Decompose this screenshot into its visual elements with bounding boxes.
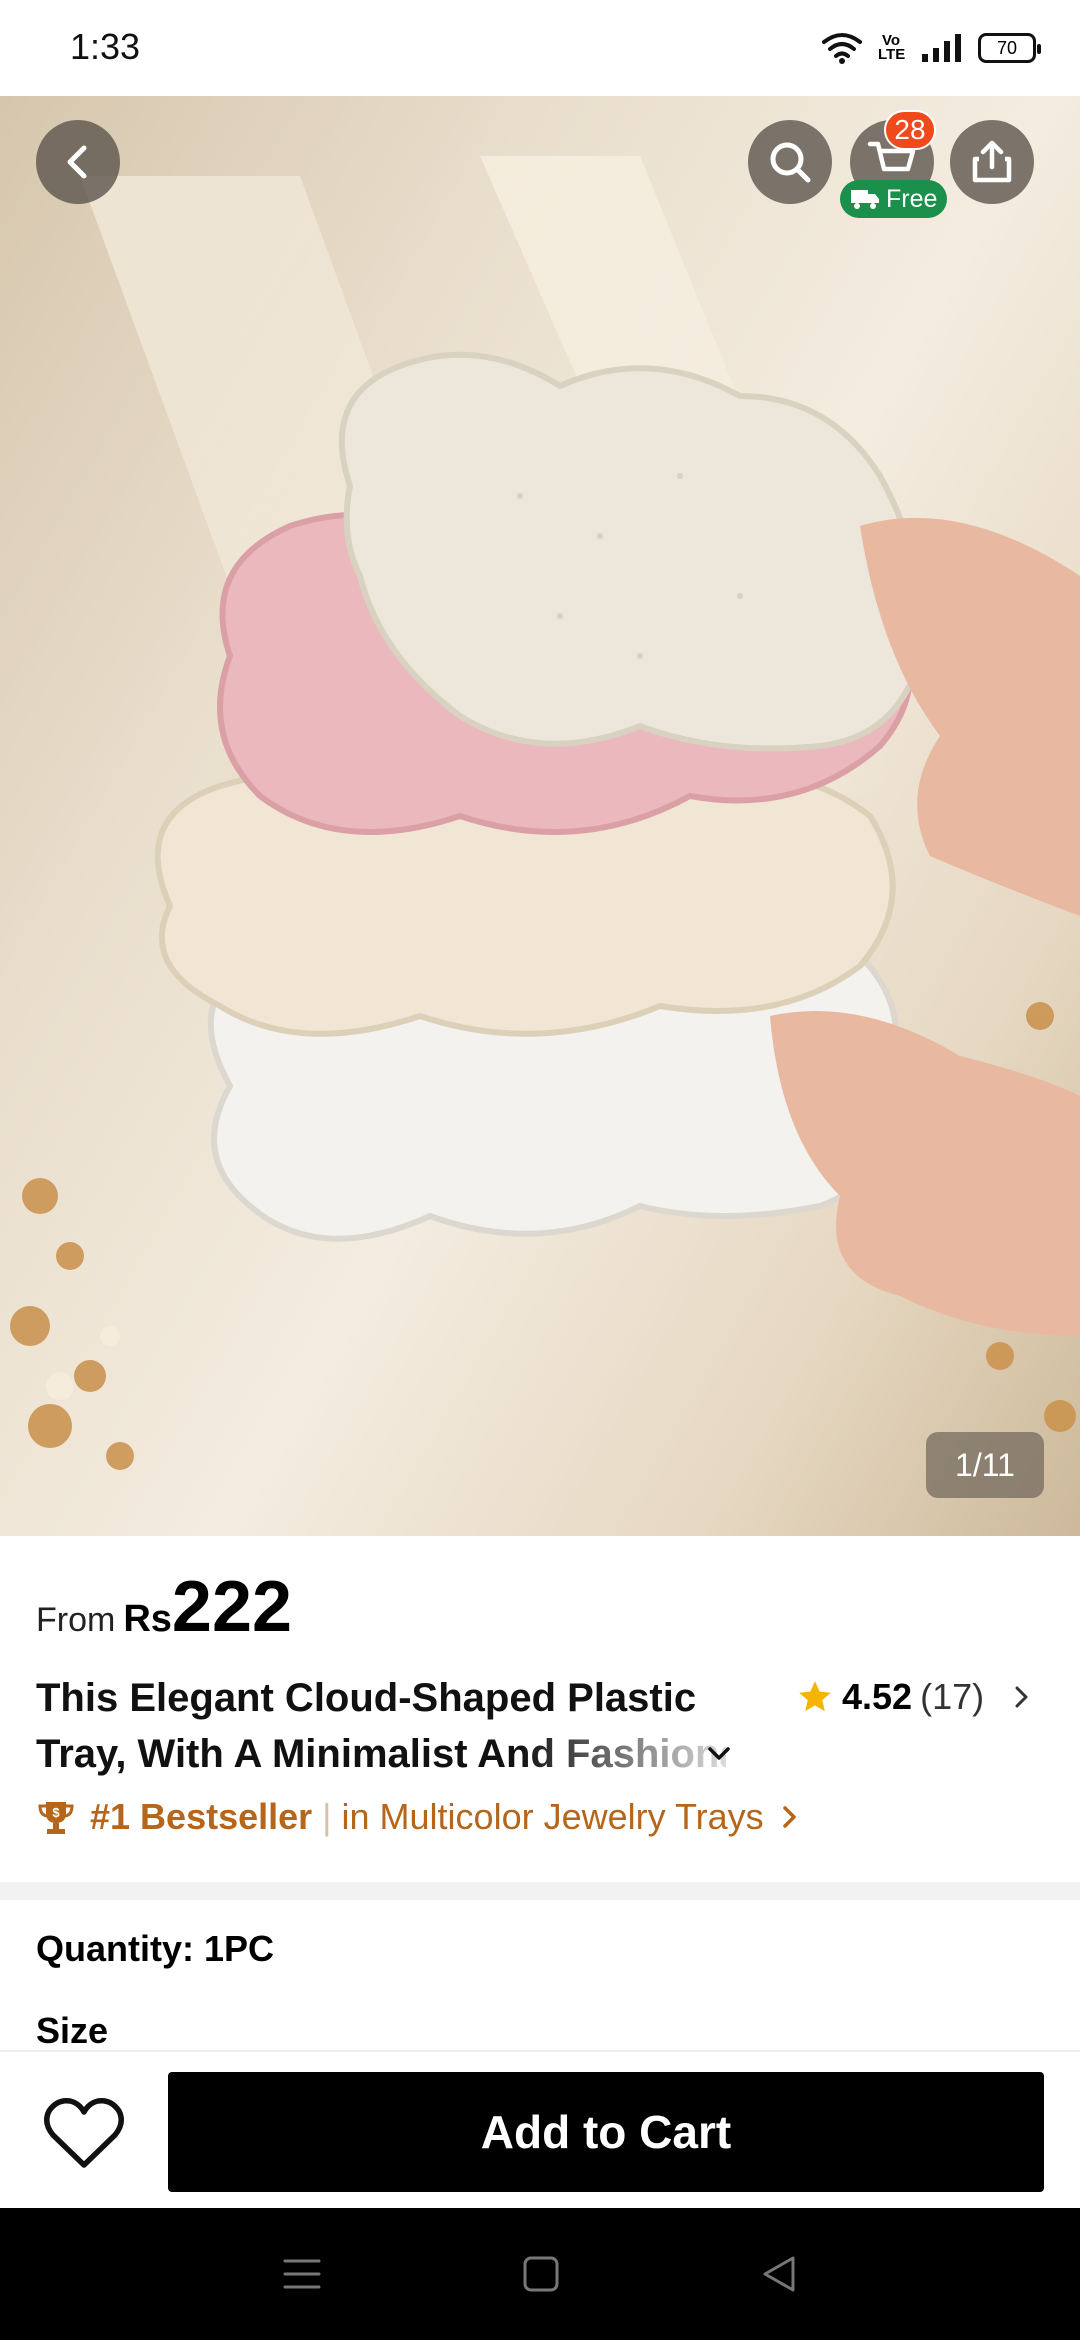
- section-divider: [0, 1882, 1080, 1900]
- bestseller-divider: |: [322, 1796, 332, 1837]
- product-image: [10, 156, 1080, 1470]
- quantity-label: Quantity: 1PC: [36, 1928, 275, 1969]
- bottom-action-bar: Add to Cart: [0, 2050, 1080, 2208]
- rating-value: 4.52: [842, 1676, 913, 1717]
- product-title-line2: Tray, With A Minimalist And Fashionable: [36, 1726, 726, 1782]
- bestseller-rank: #1 Bestseller: [90, 1796, 313, 1837]
- chevron-down-icon[interactable]: [702, 1737, 736, 1771]
- chevron-right-icon: [1015, 1686, 1028, 1708]
- status-bar: 1:33 Vo LTE 70: [0, 0, 1080, 96]
- cart-count-badge: 28: [884, 110, 936, 150]
- price-currency: Rs: [123, 1598, 172, 1640]
- signal-icon: [922, 34, 961, 62]
- home-icon[interactable]: [522, 2255, 560, 2293]
- bestseller-link[interactable]: $ #1 Bestseller | in Multicolor Jewelry …: [36, 1796, 804, 1838]
- search-button[interactable]: [748, 120, 832, 204]
- free-shipping-label: Free: [886, 184, 938, 213]
- price-from-label: From: [36, 1601, 116, 1639]
- wifi-icon: [822, 33, 862, 64]
- share-icon: [972, 140, 1012, 183]
- truck-icon: [851, 190, 879, 209]
- status-icons: Vo LTE 70: [822, 26, 1041, 70]
- price-row: From Rs 222: [36, 1566, 292, 1648]
- image-counter: 1/11: [926, 1432, 1044, 1498]
- share-button[interactable]: [950, 120, 1034, 204]
- add-to-cart-button[interactable]: Add to Cart: [168, 2072, 1044, 2192]
- search-icon: [770, 142, 811, 183]
- trophy-icon: $: [38, 1802, 74, 1834]
- product-image-gallery[interactable]: 28 Free 1/11: [0, 96, 1080, 1536]
- price-value: 222: [171, 1567, 293, 1647]
- volte-indicator: Vo LTE: [878, 32, 906, 63]
- chevron-left-icon: [67, 145, 87, 179]
- battery-icon: 70: [978, 33, 1041, 63]
- svg-text:$: $: [52, 1805, 60, 1820]
- size-label: Size: [36, 2010, 109, 2051]
- bestseller-category: in Multicolor Jewelry Trays: [341, 1796, 764, 1837]
- star-icon: [799, 1681, 831, 1712]
- review-count: (17): [920, 1676, 985, 1717]
- product-title[interactable]: This Elegant Cloud-Shaped Plastic Tray, …: [36, 1670, 766, 1782]
- heart-icon: [44, 2097, 124, 2168]
- product-title-line1: This Elegant Cloud-Shaped Plastic: [36, 1676, 697, 1720]
- status-time: 1:33: [70, 26, 141, 67]
- back-button[interactable]: [36, 120, 120, 204]
- wishlist-button[interactable]: [40, 2094, 128, 2174]
- rating-summary[interactable]: 4.52 (17): [796, 1676, 1036, 1718]
- battery-level: 70: [996, 37, 1018, 58]
- system-nav-bar: [0, 2208, 1080, 2340]
- free-shipping-badge: Free: [840, 180, 948, 218]
- chevron-right-icon: [782, 1806, 796, 1828]
- menu-icon[interactable]: [282, 2256, 322, 2292]
- back-nav-icon[interactable]: [760, 2254, 798, 2294]
